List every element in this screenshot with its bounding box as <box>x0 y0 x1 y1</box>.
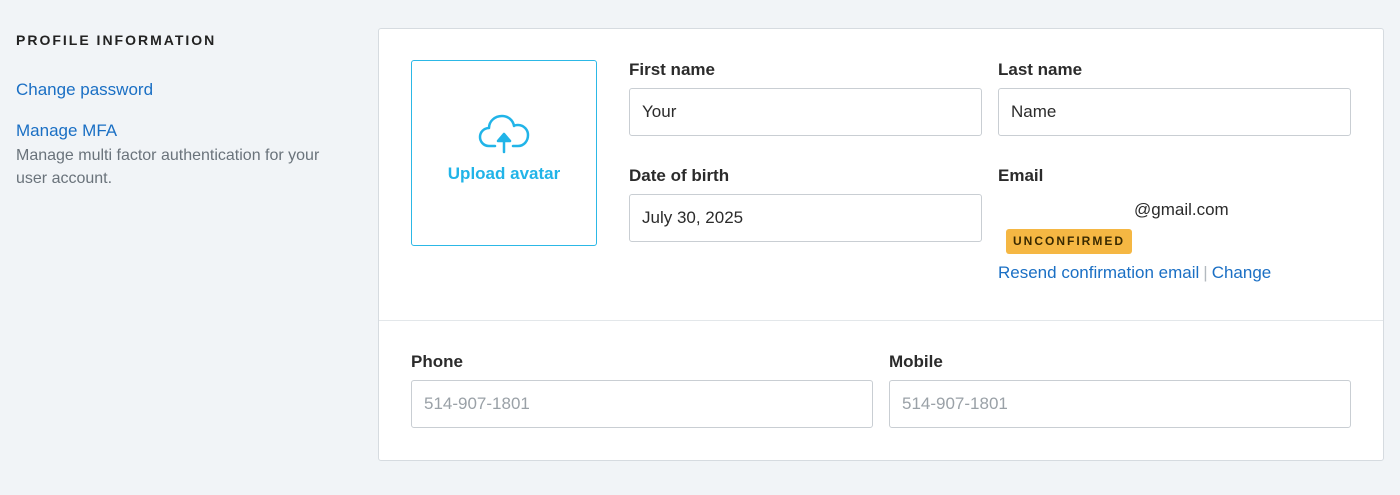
resend-confirmation-link[interactable]: Resend confirmation email <box>998 263 1199 282</box>
date-of-birth-input[interactable] <box>629 194 982 242</box>
manage-mfa-link[interactable]: Manage MFA <box>16 120 346 142</box>
first-name-input[interactable] <box>629 88 982 136</box>
email-actions: Resend confirmation email | Change <box>998 262 1271 284</box>
change-email-link[interactable]: Change <box>1212 263 1272 282</box>
mobile-input[interactable] <box>889 380 1351 428</box>
last-name-label: Last name <box>998 60 1083 79</box>
phone-label: Phone <box>411 352 463 371</box>
link-separator: | <box>1203 263 1208 282</box>
section-title: PROFILE INFORMATION <box>16 32 217 48</box>
last-name-input[interactable] <box>998 88 1351 136</box>
profile-card: Upload avatar First name Last name Date … <box>378 28 1384 461</box>
cloud-upload-icon <box>478 114 530 154</box>
upload-avatar-button[interactable]: Upload avatar <box>411 60 597 246</box>
first-name-label: First name <box>629 60 715 79</box>
phone-input[interactable] <box>411 380 873 428</box>
upload-avatar-label: Upload avatar <box>447 164 561 183</box>
section-divider <box>379 320 1383 321</box>
date-of-birth-label: Date of birth <box>629 166 730 185</box>
profile-sidebar: PROFILE INFORMATION Change password Mana… <box>16 30 346 190</box>
unconfirmed-badge: UNCONFIRMED <box>1006 229 1132 254</box>
email-label: Email <box>998 166 1044 185</box>
email-value: @gmail.com <box>1134 200 1229 219</box>
mfa-description: Manage multi factor authentication for y… <box>16 147 320 187</box>
change-password-link[interactable]: Change password <box>16 79 346 101</box>
mobile-label: Mobile <box>889 352 943 371</box>
